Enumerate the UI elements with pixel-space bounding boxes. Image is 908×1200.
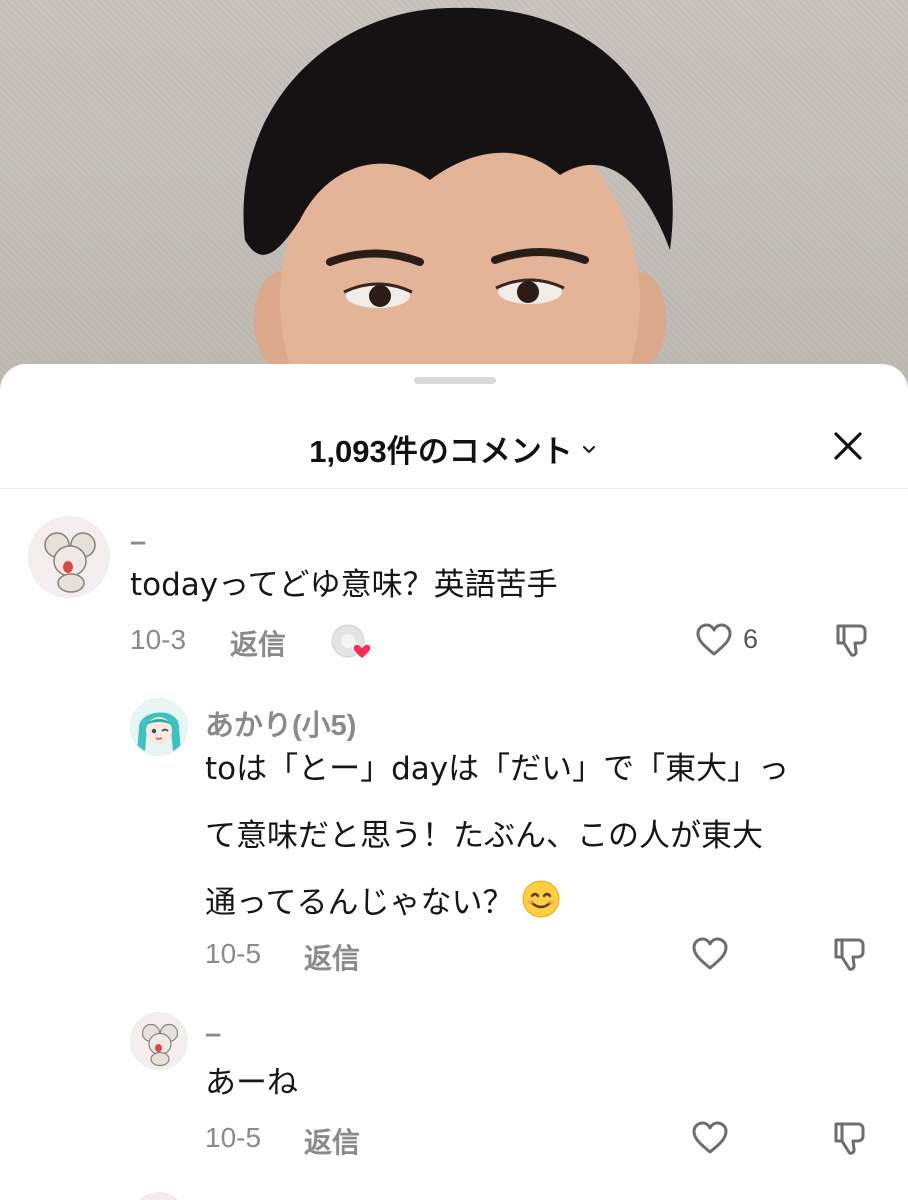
comment-text-line-wrap: 通ってるんじゃない？ <box>205 870 789 937</box>
user-avatar[interactable] <box>28 516 110 598</box>
comment-username[interactable]: – <box>205 1018 221 1051</box>
close-icon <box>834 432 862 460</box>
reply-button[interactable]: 返信 <box>304 1121 360 1161</box>
comment-count-title: 1,093件のコメント <box>309 434 573 469</box>
creator-liked-heart-icon <box>331 624 372 660</box>
mouse-avatar-icon <box>131 1013 187 1069</box>
comment-text-line: todayってどゆ意味？英語苦手 <box>130 567 558 603</box>
comment-count-dropdown[interactable]: 1,093件のコメント <box>0 426 908 471</box>
comment-text-line: 通ってるんじゃない？ <box>205 885 514 921</box>
like-button[interactable] <box>694 620 734 660</box>
heart-outline-icon <box>696 623 732 656</box>
like-count: 6 <box>743 624 759 654</box>
next-comment-avatar[interactable] <box>130 1192 188 1200</box>
comment-text-line: あーね <box>205 1065 298 1101</box>
user-avatar[interactable] <box>130 1012 188 1070</box>
dislike-button[interactable] <box>830 934 870 974</box>
thumbs-down-icon <box>834 938 865 971</box>
heart-outline-icon <box>692 937 728 970</box>
comment-text-line: て意味だと思う！たぶん、この人が東大 <box>205 818 763 854</box>
like-button[interactable] <box>690 934 730 974</box>
thumbs-down-icon <box>834 1122 865 1155</box>
comment-text-line: toは「とー」dayは「だい」で「東大」っ <box>205 751 790 787</box>
mouse-avatar-icon <box>29 517 109 597</box>
video-frame[interactable] <box>0 0 908 420</box>
dislike-button[interactable] <box>830 1118 870 1158</box>
comments-sheet: 1,093件のコメント – todayってどゆ意味？英語苦手 10-3 返信 6… <box>0 364 908 1200</box>
reply-button[interactable]: 返信 <box>304 937 360 977</box>
heart-outline-icon <box>692 1121 728 1154</box>
like-button[interactable] <box>690 1118 730 1158</box>
comment-text: あーね <box>205 1050 298 1117</box>
anime-girl-avatar-icon <box>131 699 187 755</box>
thumbs-down-icon <box>836 624 867 657</box>
comment-text: todayってどゆ意味？英語苦手 <box>130 552 558 619</box>
comment-date: 10-3 <box>130 624 187 655</box>
dislike-button[interactable] <box>832 620 872 660</box>
comment-date: 10-5 <box>205 938 262 969</box>
comment-text: toは「とー」dayは「だい」で「東大」っ て意味だと思う！たぶん、この人が東大… <box>205 736 789 937</box>
close-button[interactable] <box>826 424 870 468</box>
creator-liked-badge <box>330 623 374 663</box>
smiling-face-emoji-icon <box>521 876 561 918</box>
reply-button[interactable]: 返信 <box>230 623 286 663</box>
comment-date: 10-5 <box>205 1122 262 1153</box>
user-avatar[interactable] <box>130 698 188 756</box>
comments-header: 1,093件のコメント <box>0 402 908 489</box>
sheet-drag-handle[interactable] <box>414 377 496 384</box>
person-face-image <box>243 7 673 420</box>
chevron-down-icon <box>579 431 599 467</box>
